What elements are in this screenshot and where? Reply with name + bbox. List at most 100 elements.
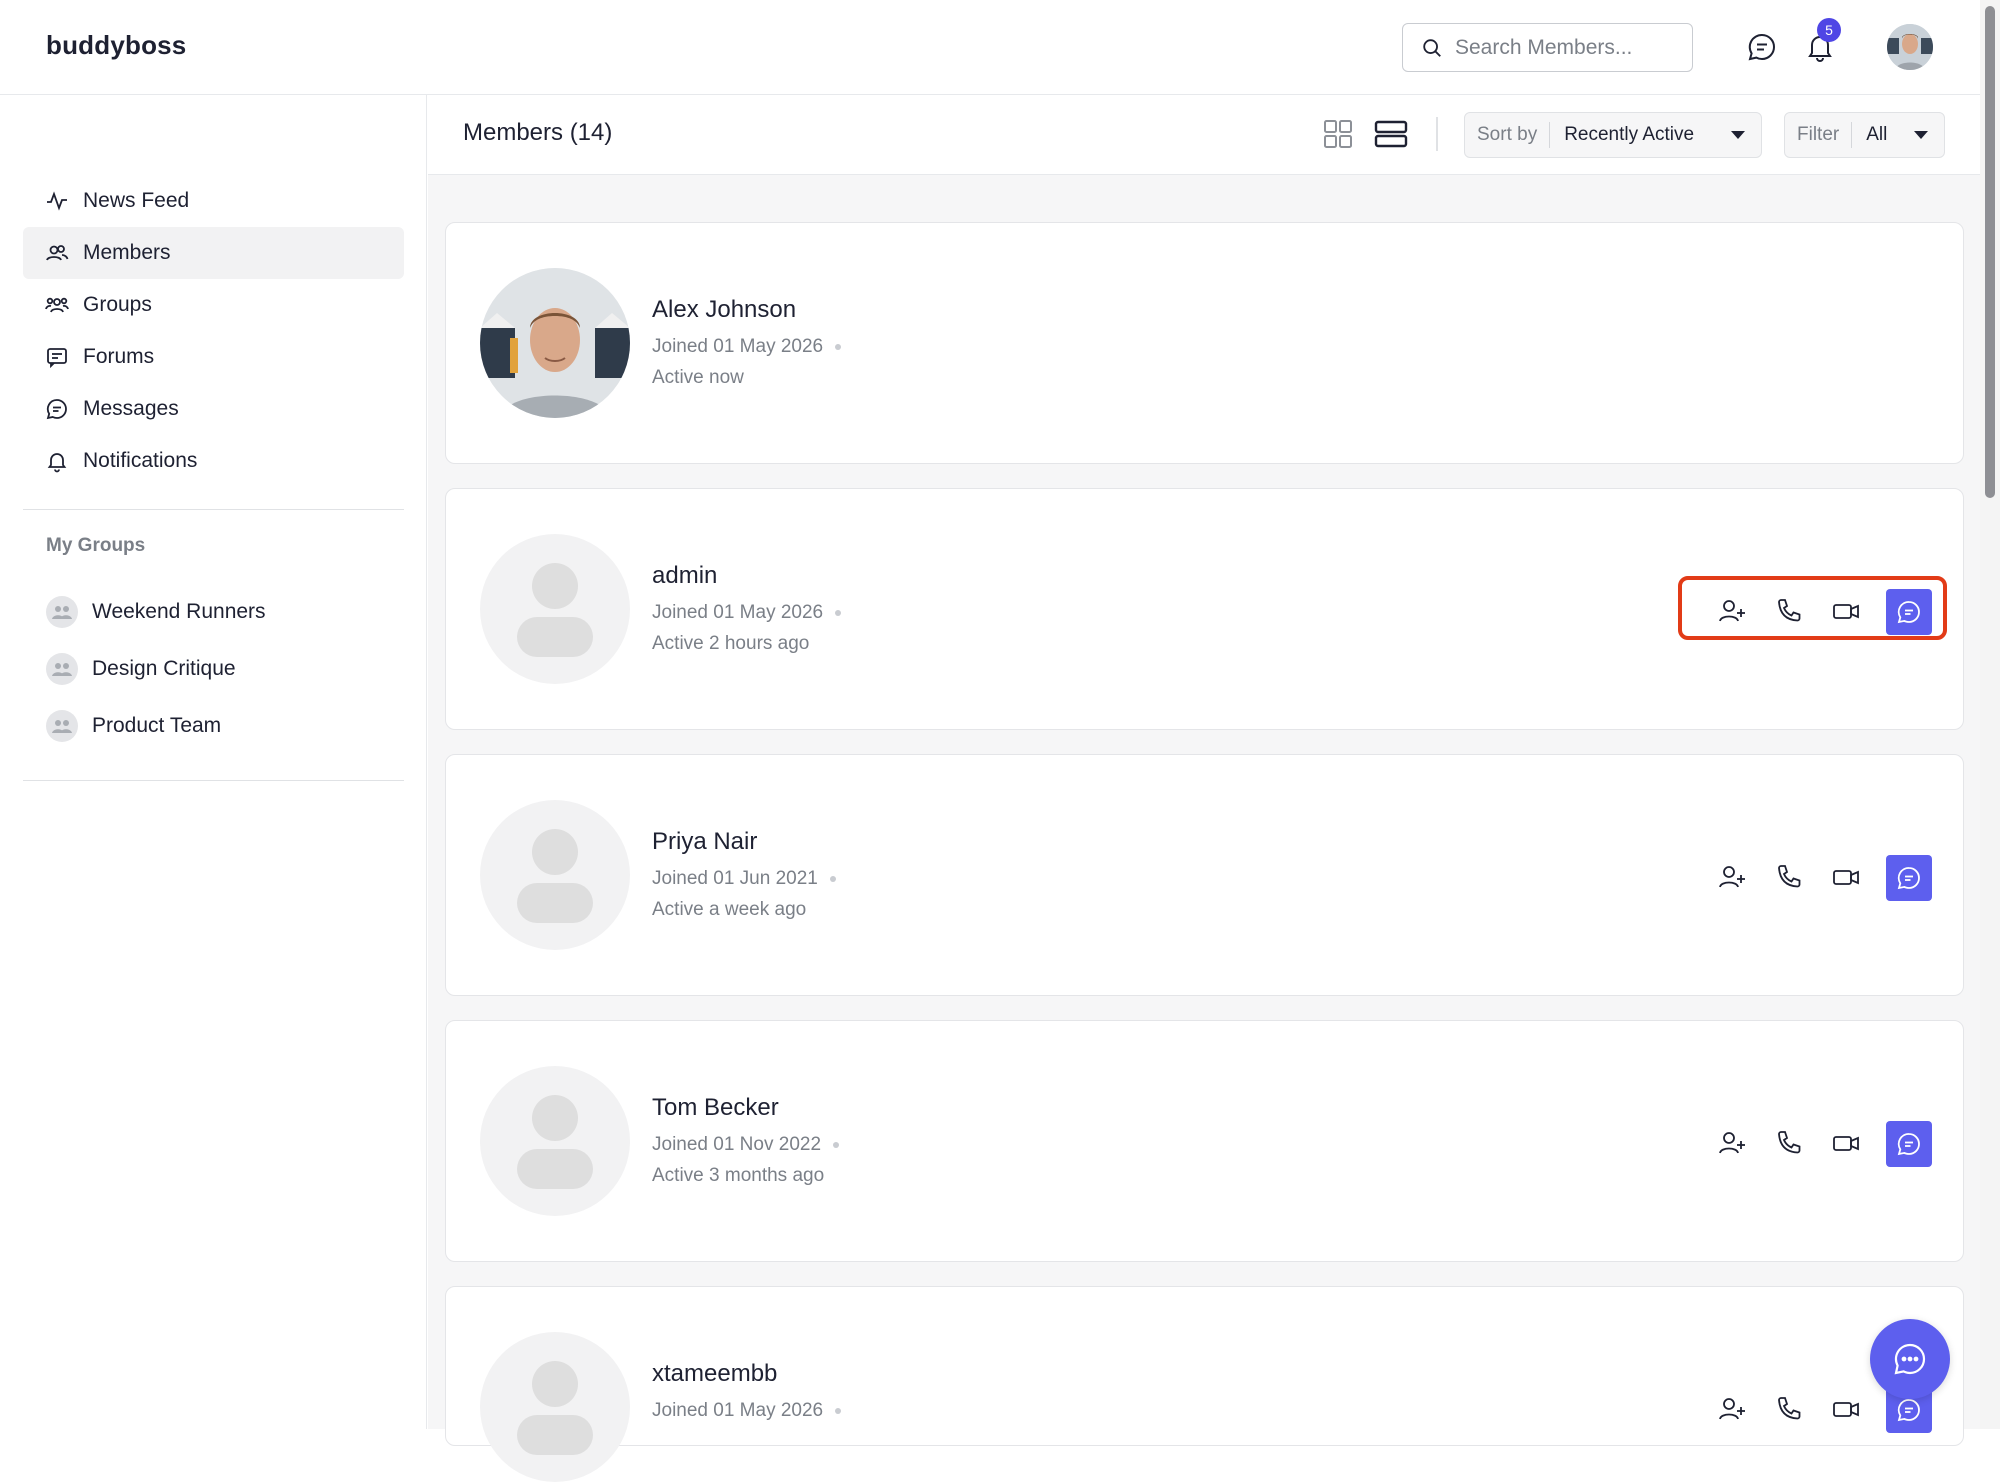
top-bar: buddyboss 5 xyxy=(0,0,2000,95)
group-avatar xyxy=(46,652,78,685)
phone-icon[interactable] xyxy=(1773,595,1805,627)
search-box[interactable] xyxy=(1402,23,1693,72)
messages-icon xyxy=(46,399,67,420)
search-input[interactable] xyxy=(1455,35,1675,60)
members-icon xyxy=(46,245,69,261)
group-avatar xyxy=(46,709,78,742)
member-joined: Joined 01 Nov 2022 xyxy=(652,1134,840,1156)
member-name[interactable]: Priya Nair xyxy=(652,828,757,856)
member-joined: Joined 01 May 2026 xyxy=(652,336,842,358)
message-button[interactable] xyxy=(1886,589,1932,635)
group-item-weekend-runners[interactable]: Weekend Runners xyxy=(46,583,266,640)
list-view-icon[interactable] xyxy=(1374,119,1408,149)
members-main: Members (14) Sort by Recently Active Fil… xyxy=(428,95,1980,1482)
groups-icon xyxy=(45,297,69,313)
member-photo-icon xyxy=(480,268,630,418)
filter-dropdown[interactable]: Filter All xyxy=(1784,112,1945,158)
group-label: Product Team xyxy=(92,713,222,737)
phone-icon[interactable] xyxy=(1773,1127,1805,1159)
message-button[interactable] xyxy=(1886,855,1932,901)
member-card: Priya Nair Joined 01 Jun 2021 Active a w… xyxy=(445,754,1964,996)
member-name[interactable]: admin xyxy=(652,562,717,590)
phone-icon[interactable] xyxy=(1773,1393,1805,1425)
site-logo[interactable]: buddyboss xyxy=(46,30,186,61)
member-avatar[interactable] xyxy=(480,1066,630,1216)
add-friend-icon[interactable] xyxy=(1716,1393,1748,1425)
sidebar-item-members[interactable]: Members xyxy=(23,227,404,279)
sidebar-divider xyxy=(23,780,404,781)
sidebar-item-messages[interactable]: Messages xyxy=(23,383,404,435)
separator-dot xyxy=(833,1141,840,1148)
page-title: Members (14) xyxy=(463,119,613,146)
member-joined: Joined 01 May 2026 xyxy=(652,602,842,624)
my-groups-title: My Groups xyxy=(46,535,146,556)
messages-icon[interactable] xyxy=(1746,31,1778,63)
sort-dropdown[interactable]: Sort by Recently Active xyxy=(1464,112,1762,158)
member-avatar[interactable] xyxy=(480,534,630,684)
sidebar-item-notifications[interactable]: Notifications xyxy=(23,435,404,487)
member-last-active: Active 2 hours ago xyxy=(652,633,810,654)
group-item-design-critique[interactable]: Design Critique xyxy=(46,640,266,697)
filter-label: Filter xyxy=(1785,122,1853,148)
add-friend-icon[interactable] xyxy=(1716,1127,1748,1159)
video-call-icon[interactable] xyxy=(1830,861,1862,893)
grid-view-icon[interactable] xyxy=(1323,119,1353,149)
sidebar-item-label: Notifications xyxy=(83,449,198,472)
sidebar-item-label: News Feed xyxy=(83,189,190,212)
member-last-active: Active a week ago xyxy=(652,899,807,920)
user-avatar[interactable] xyxy=(1887,24,1933,70)
member-name[interactable]: Alex Johnson xyxy=(652,296,796,324)
add-friend-icon[interactable] xyxy=(1716,861,1748,893)
message-icon xyxy=(1897,601,1920,624)
member-avatar[interactable] xyxy=(480,1332,630,1482)
member-card: Tom Becker Joined 01 Nov 2022 Active 3 m… xyxy=(445,1020,1964,1262)
member-last-active: Active now xyxy=(652,367,744,388)
separator-dot xyxy=(829,875,836,882)
group-avatar xyxy=(46,595,78,628)
sidebar-item-label: Members xyxy=(83,241,171,264)
my-groups-list: Weekend Runners Design Critique Product … xyxy=(46,583,266,754)
page-scrollbar[interactable] xyxy=(1980,0,2000,1429)
group-placeholder-icon xyxy=(52,662,72,676)
forums-icon xyxy=(47,348,67,369)
member-name[interactable]: xtameembb xyxy=(652,1360,777,1388)
message-button[interactable] xyxy=(1886,1121,1932,1167)
default-avatar-icon xyxy=(517,1361,593,1455)
bell-icon xyxy=(47,453,67,473)
sidebar-nav: News Feed Members Groups Forums Messages… xyxy=(23,175,404,487)
group-label: Weekend Runners xyxy=(92,599,266,623)
sidebar-item-label: Forums xyxy=(83,345,155,368)
member-card: admin Joined 01 May 2026 Active 2 hours … xyxy=(445,488,1964,730)
members-toolbar: Members (14) Sort by Recently Active Fil… xyxy=(428,95,1980,175)
sort-label: Sort by xyxy=(1465,122,1551,148)
sidebar-item-forums[interactable]: Forums xyxy=(23,331,404,383)
sidebar-item-groups[interactable]: Groups xyxy=(23,279,404,331)
separator-dot xyxy=(835,1407,842,1414)
chat-fab-button[interactable] xyxy=(1870,1319,1950,1399)
sidebar-item-news-feed[interactable]: News Feed xyxy=(23,175,404,227)
video-call-icon[interactable] xyxy=(1830,1127,1862,1159)
member-avatar[interactable] xyxy=(480,268,630,418)
sidebar: News Feed Members Groups Forums Messages… xyxy=(0,95,427,1429)
joined-text: Joined 01 May 2026 xyxy=(652,602,824,623)
add-friend-icon[interactable] xyxy=(1716,595,1748,627)
member-last-active: Active 3 months ago xyxy=(652,1165,825,1186)
video-call-icon[interactable] xyxy=(1830,1393,1862,1425)
separator-dot xyxy=(835,343,842,350)
member-name[interactable]: Tom Becker xyxy=(652,1094,779,1122)
sidebar-divider xyxy=(23,509,404,510)
message-icon xyxy=(1897,1399,1920,1422)
member-joined: Joined 01 Jun 2021 xyxy=(652,868,836,890)
video-call-icon[interactable] xyxy=(1830,595,1862,627)
notification-badge: 5 xyxy=(1817,18,1841,42)
group-item-product-team[interactable]: Product Team xyxy=(46,697,266,754)
scrollbar-thumb[interactable] xyxy=(1985,6,1995,498)
sidebar-item-label: Messages xyxy=(83,397,179,420)
message-icon xyxy=(1897,1133,1920,1156)
group-placeholder-icon xyxy=(52,605,72,619)
member-avatar[interactable] xyxy=(480,800,630,950)
phone-icon[interactable] xyxy=(1773,861,1805,893)
default-avatar-icon xyxy=(517,563,593,657)
member-card: Alex Johnson Joined 01 May 2026 Active n… xyxy=(445,222,1964,464)
default-avatar-icon xyxy=(517,1095,593,1189)
